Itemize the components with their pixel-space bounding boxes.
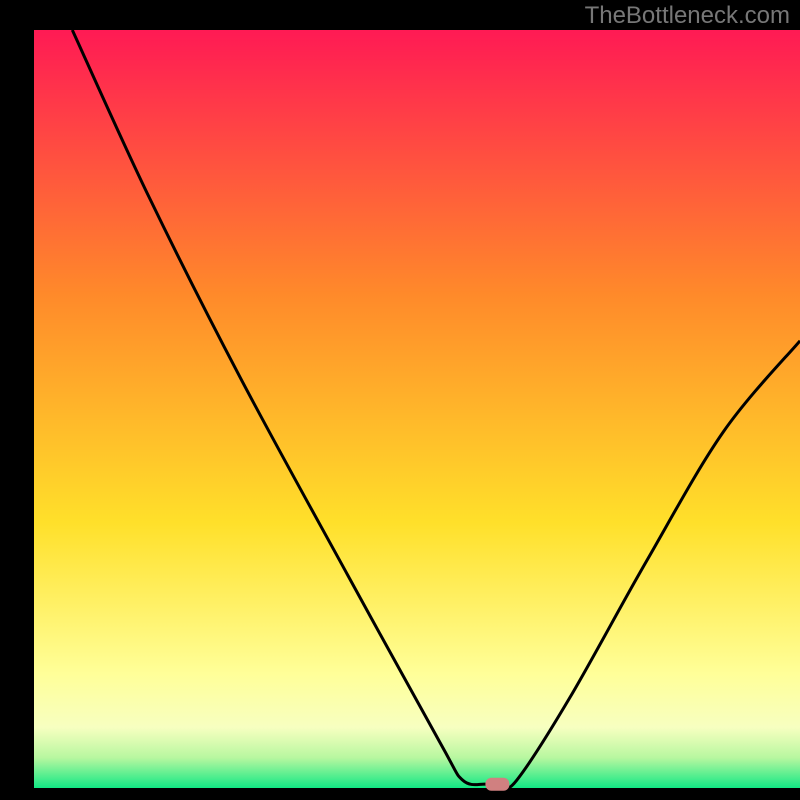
plot-background <box>34 30 800 788</box>
optimal-marker <box>485 778 509 791</box>
bottleneck-chart <box>0 0 800 800</box>
attribution-text: TheBottleneck.com <box>585 2 790 30</box>
chart-container: TheBottleneck.com <box>0 0 800 800</box>
